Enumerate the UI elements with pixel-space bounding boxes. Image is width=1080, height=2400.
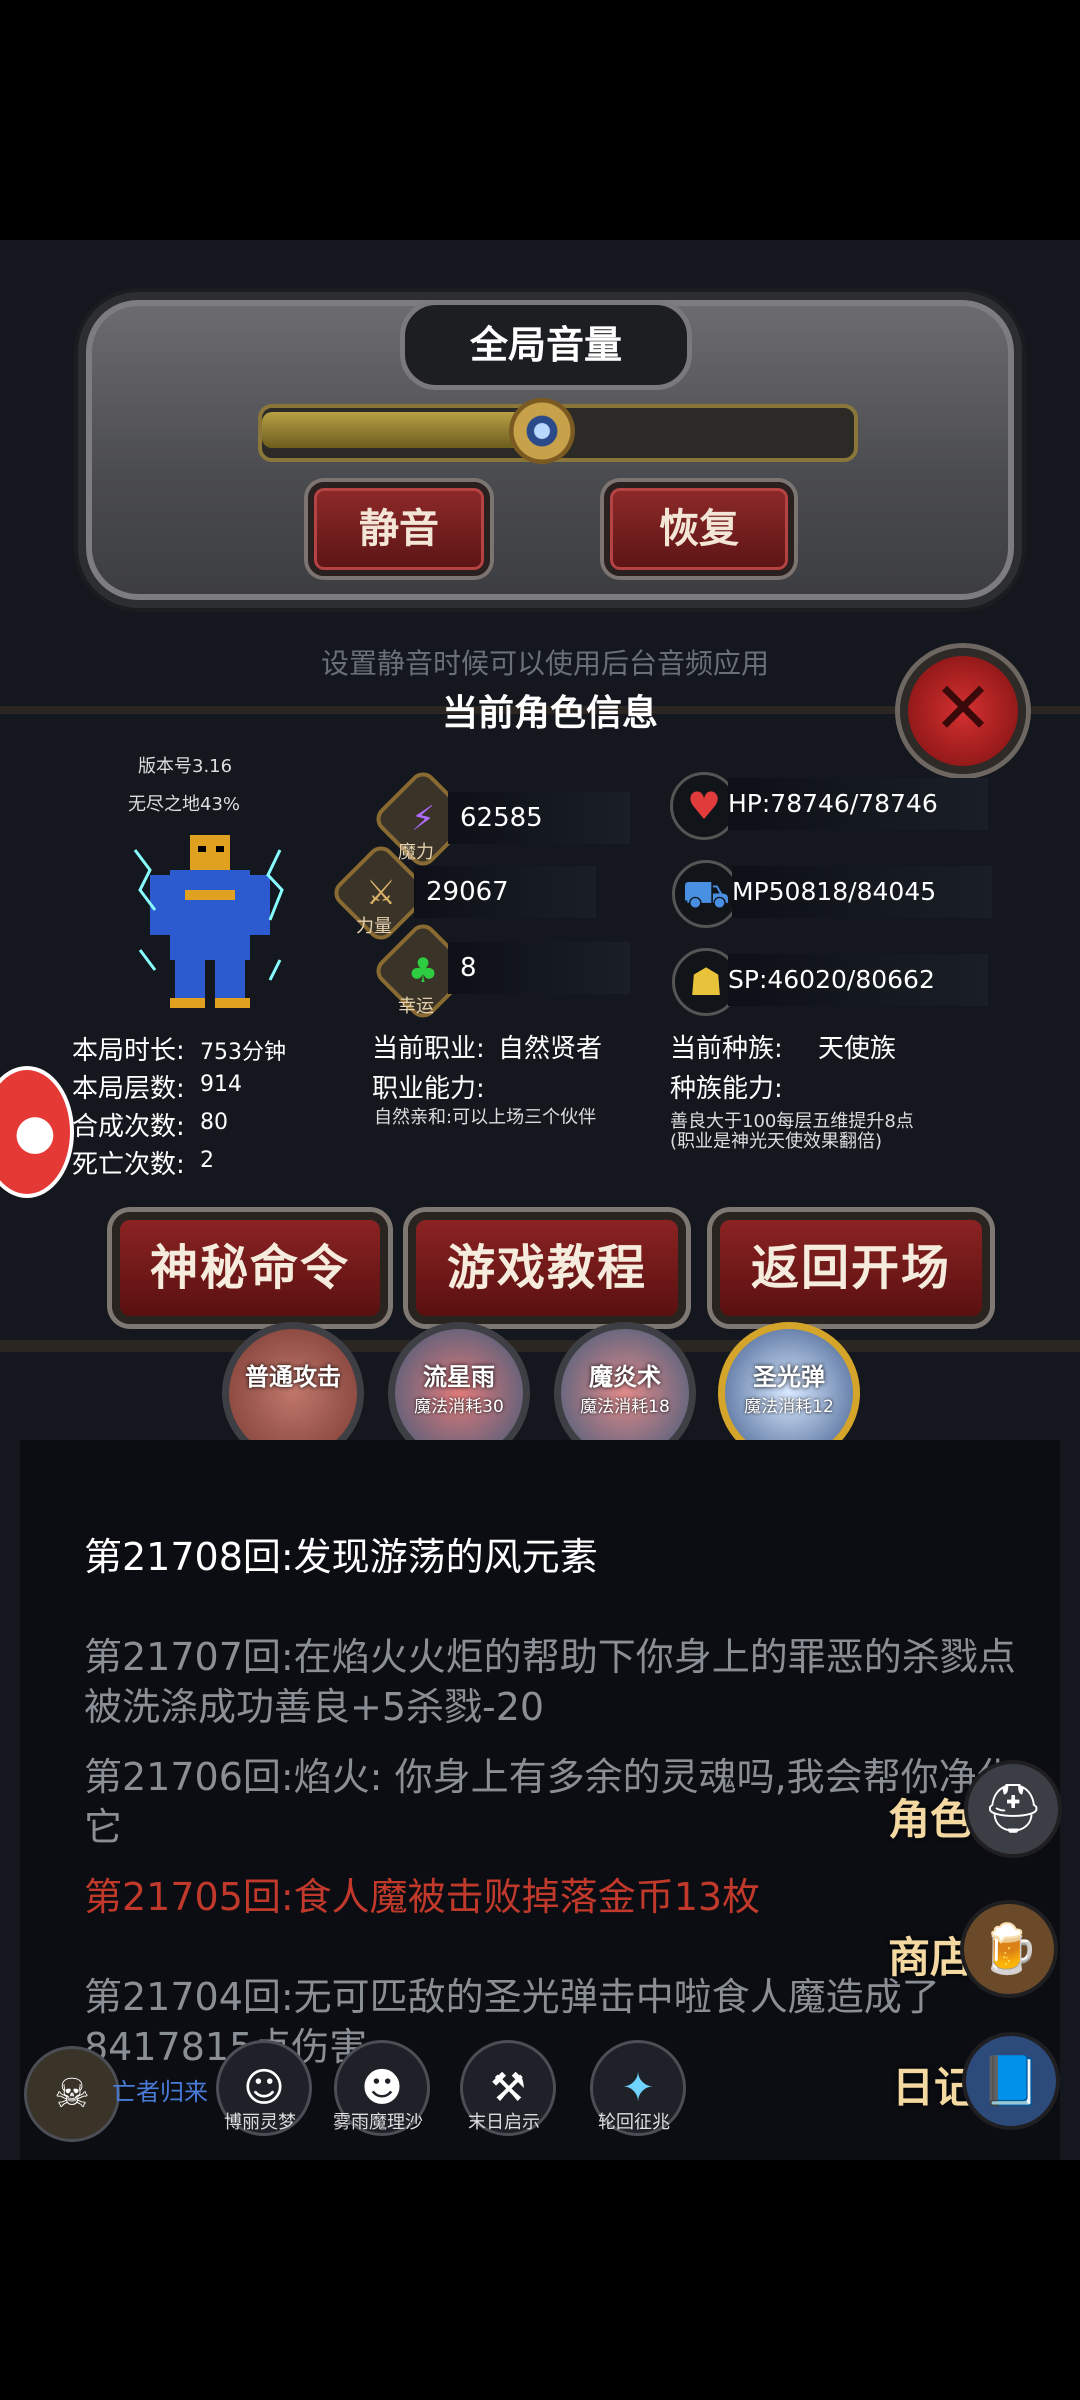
info-title: 当前角色信息 (441, 693, 658, 734)
mute-button[interactable]: 静音 (308, 482, 490, 576)
volume-hint: 设置静音时候可以使用后台音频应用 (320, 647, 769, 680)
user-avatar-button[interactable]: ● (0, 1066, 74, 1198)
hp-value: HP:78746/78746 (728, 778, 988, 830)
world-progress: 无尽之地43% (128, 794, 241, 815)
race-ability-desc: 善良大于100每层五维提升8点(职业是神光天使效果翻倍) (670, 1111, 914, 1152)
deaths-value: 2 (200, 1148, 214, 1173)
magic-value: 62585 (448, 792, 630, 844)
job-ability-desc: 自然亲和:可以上场三个伙伴 (374, 1107, 597, 1128)
close-button[interactable]: ✕ (900, 648, 1026, 774)
play-time-value: 753分钟 (200, 1040, 286, 1065)
log-entry: 第21705回:食人魔被击败掉落金币13枚 (84, 1875, 761, 1919)
party-member-name: 轮回征兆 (598, 2112, 670, 2133)
party-leader-avatar[interactable]: ☠ (24, 2046, 120, 2142)
merges-label: 合成次数: (72, 1112, 185, 1142)
play-time-label: 本局时长: (72, 1036, 185, 1066)
back-to-start-button[interactable]: 返回开场 (712, 1212, 990, 1324)
volume-slider-knob[interactable] (509, 398, 575, 464)
floors-value: 914 (200, 1072, 242, 1097)
strength-value: 29067 (414, 866, 596, 918)
job-value: 自然贤者 (498, 1034, 603, 1064)
race-value: 天使族 (818, 1034, 897, 1064)
race-label: 当前种族: (670, 1034, 783, 1064)
party-member-name: 博丽灵梦 (224, 2112, 296, 2133)
beer-mug-icon[interactable]: 🍺 (960, 1900, 1058, 1998)
character-button[interactable]: 角色 (888, 1786, 972, 1847)
secret-command-button[interactable]: 神秘命令 (112, 1212, 388, 1324)
divider (0, 1340, 1080, 1352)
party-member-name: 末日启示 (468, 2112, 540, 2133)
merges-value: 80 (200, 1110, 228, 1135)
party-leader-name: 亡者归来 (112, 2078, 208, 2106)
job-ability-label: 职业能力: (372, 1074, 485, 1104)
race-ability-label: 种族能力: (670, 1074, 783, 1104)
log-entry: 第21707回:在焰火火炬的帮助下你身上的罪恶的杀戮点被洗涤成功善良+5杀戮-2… (84, 1635, 1016, 1729)
job-label: 当前职业: (372, 1034, 485, 1064)
log-entry: 第21708回:发现游荡的风元素 (84, 1535, 598, 1579)
floors-label: 本局层数: (72, 1074, 185, 1104)
luck-label: 幸运 (398, 996, 434, 1017)
deaths-label: 死亡次数: (72, 1150, 185, 1180)
user-icon: ● (14, 1104, 56, 1160)
helmet-icon[interactable]: ⛑ (964, 1760, 1062, 1858)
volume-slider-fill (262, 412, 542, 448)
mp-value: MP50818/84045 (732, 866, 992, 918)
log-entry: 第21706回:焰火: 你身上有多余的灵魂吗,我会帮你净化它 (84, 1755, 1015, 1849)
version-label: 版本号3.16 (138, 756, 233, 777)
strength-label: 力量 (356, 916, 392, 937)
luck-value: 8 (448, 942, 630, 994)
book-icon[interactable]: 📘 (962, 2032, 1060, 2130)
volume-title: 全局音量 (400, 300, 692, 390)
restore-button[interactable]: 恢复 (604, 482, 794, 576)
log-entry: 第21704回:无可匹敌的圣光弹击中啦食人魔造成了8417815点伤害 (84, 1975, 940, 2069)
mana-icon: ⛟ (672, 860, 740, 928)
party-member-name: 雾雨魔理沙 (333, 2112, 423, 2133)
tutorial-button[interactable]: 游戏教程 (408, 1212, 686, 1324)
sp-value: SP:46020/80662 (728, 954, 988, 1006)
close-icon: ✕ (932, 666, 994, 750)
character-sprite (133, 835, 284, 1008)
